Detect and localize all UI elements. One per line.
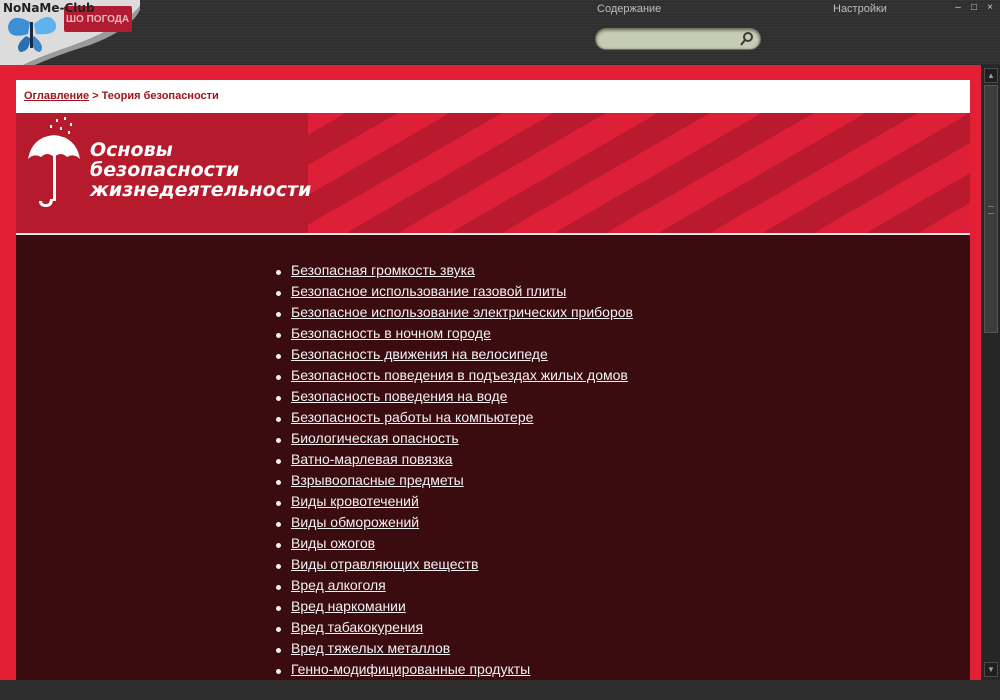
search-input[interactable] [606, 32, 736, 46]
toc-link[interactable]: Вред тяжелых металлов [291, 640, 450, 656]
list-item: Взрывоопасные предметы [275, 472, 633, 493]
scroll-down-button[interactable]: ▼ [984, 662, 998, 677]
list-item: Безопасная громкость звука [275, 262, 633, 283]
search-icon[interactable] [739, 31, 755, 47]
nav-contents-link[interactable]: Содержание [597, 3, 661, 15]
nav-settings-link[interactable]: Настройки [833, 3, 887, 15]
list-item: Ватно-марлевая повязка [275, 451, 633, 472]
close-button[interactable]: × [986, 2, 994, 13]
toc-link[interactable]: Виды обморожений [291, 514, 419, 530]
list-item: Безопасное использование электрических п… [275, 304, 633, 325]
list-item: Вред тяжелых металлов [275, 640, 633, 661]
toc-link[interactable]: Безопасное использование электрических п… [291, 304, 633, 320]
bottom-bar [0, 680, 1000, 700]
umbrella-icon [28, 117, 80, 207]
list-item: Вред алкоголя [275, 577, 633, 598]
scroll-thumb[interactable] [984, 85, 998, 333]
breadcrumb-root-link[interactable]: Оглавление [24, 90, 89, 102]
header-banner: Основы безопасности жизнедеятельности [16, 113, 970, 233]
breadcrumb-separator: > [92, 90, 99, 102]
toc-link[interactable]: Вред алкоголя [291, 577, 386, 593]
toc-list: Безопасная громкость звука Безопасное исп… [275, 262, 633, 680]
toc-link[interactable]: Виды отравляющих веществ [291, 556, 478, 572]
banner-line-2: безопасности [90, 159, 240, 181]
toc-link[interactable]: Генно-модифицированные продукты [291, 661, 530, 677]
toc-link[interactable]: Безопасность поведения в подъездах жилых… [291, 367, 628, 383]
list-item: Виды обморожений [275, 514, 633, 535]
list-item: Безопасность движения на велосипеде [275, 346, 633, 367]
toc-link[interactable]: Биологическая опасность [291, 430, 459, 446]
banner-title: Основы безопасности жизнедеятельности [90, 140, 311, 200]
list-item: Безопасность в ночном городе [275, 325, 633, 346]
breadcrumb-current: Теория безопасности [101, 90, 219, 102]
list-item: Генно-модифицированные продукты [275, 661, 633, 680]
list-item: Вред табакокурения [275, 619, 633, 640]
toc-link[interactable]: Безопасность работы на компьютере [291, 409, 533, 425]
list-item: Безопасность поведения в подъездах жилых… [275, 367, 633, 388]
list-item: Биологическая опасность [275, 430, 633, 451]
minimize-button[interactable]: – [954, 2, 962, 13]
toc-link[interactable]: Взрывоопасные предметы [291, 472, 464, 488]
banner-line-1: Основы [90, 139, 173, 161]
list-item: Виды ожогов [275, 535, 633, 556]
site-logo-text: NoNaMe-Club [3, 1, 95, 15]
list-item: Виды отравляющих веществ [275, 556, 633, 577]
toc-link[interactable]: Вред табакокурения [291, 619, 423, 635]
toc-link[interactable]: Ватно-марлевая повязка [291, 451, 453, 467]
list-item: Безопасное использование газовой плиты [275, 283, 633, 304]
list-item: Безопасность поведения на воде [275, 388, 633, 409]
content-area: Безопасная громкость звука Безопасное исп… [16, 235, 970, 680]
scroll-up-button[interactable]: ▲ [984, 68, 998, 83]
vertical-scrollbar[interactable]: ▲ ▼ [981, 65, 1000, 680]
toc-link[interactable]: Виды кровотечений [291, 493, 419, 509]
toc-link[interactable]: Безопасность поведения на воде [291, 388, 507, 404]
breadcrumb: Оглавление > Теория безопасности [16, 80, 970, 113]
toc-link[interactable]: Виды ожогов [291, 535, 375, 551]
window-controls: – □ × [954, 2, 994, 13]
list-item: Виды кровотечений [275, 493, 633, 514]
toc-link[interactable]: Безопасная громкость звука [291, 262, 475, 278]
banner-stripes [308, 113, 970, 233]
content-frame: Оглавление > Теория безопасности Основы … [0, 65, 981, 680]
scroll-grip [988, 206, 994, 214]
toc-link[interactable]: Безопасность движения на велосипеде [291, 346, 548, 362]
toc-link[interactable]: Вред наркомании [291, 598, 406, 614]
list-item: Вред наркомании [275, 598, 633, 619]
banner-line-3: жизнедеятельности [90, 179, 312, 201]
list-item: Безопасность работы на компьютере [275, 409, 633, 430]
search-box [596, 29, 760, 49]
toc-link[interactable]: Безопасное использование газовой плиты [291, 283, 566, 299]
toc-link[interactable]: Безопасность в ночном городе [291, 325, 491, 341]
maximize-button[interactable]: □ [970, 2, 978, 13]
